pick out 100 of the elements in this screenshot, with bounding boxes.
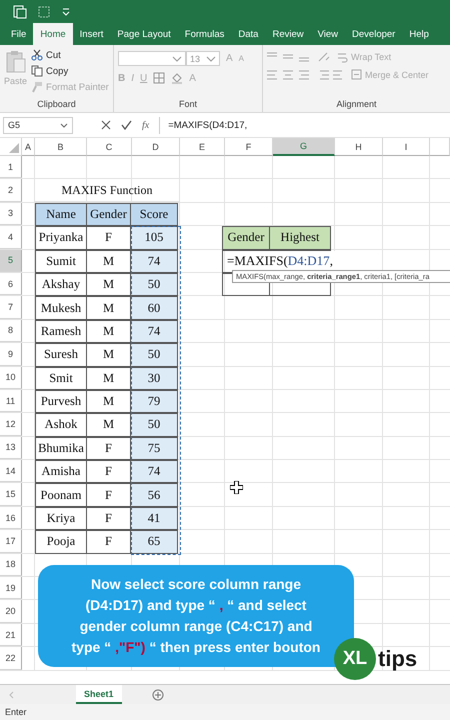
triangle-icon <box>9 143 19 153</box>
row-header[interactable]: 13 <box>0 436 22 460</box>
group-label: Alignment <box>335 99 378 111</box>
table-cell: 75 <box>130 436 178 460</box>
insert-function-button[interactable]: fx <box>142 120 150 130</box>
row-header[interactable]: 8 <box>0 320 22 342</box>
table-header-cell: Gender <box>86 202 131 226</box>
table-cell: Purvesh <box>35 390 87 414</box>
table-header-cell: Name <box>35 202 87 226</box>
dropdown-icon[interactable] <box>61 6 71 16</box>
cell-editor[interactable]: =MAXIFS(D4:D17, <box>226 251 337 271</box>
wrap-icon <box>337 52 348 62</box>
table-cell: Suresh <box>35 343 87 367</box>
table-cell: 65 <box>130 530 178 554</box>
ribbon-tab[interactable]: Insert <box>72 23 110 45</box>
row-header[interactable]: 1 <box>0 156 22 178</box>
caret-icon <box>172 56 182 62</box>
table-cell: Ramesh <box>35 320 87 344</box>
table-cell: Amisha <box>35 460 87 484</box>
add-sheet-icon[interactable] <box>152 688 164 700</box>
name-box[interactable]: G5 <box>3 116 73 134</box>
sheet-title: MAXIFS Function <box>35 179 180 202</box>
formula-field[interactable]: =MAXIFS(D4:D17, <box>159 116 447 134</box>
row-header[interactable]: 21 <box>0 624 22 646</box>
table-header-cell: Gender <box>222 226 270 250</box>
table-cell: 74 <box>130 460 178 484</box>
row-header[interactable]: 12 <box>0 413 22 436</box>
ribbon-tab[interactable]: Formulas <box>178 23 232 45</box>
row-header[interactable]: 22 <box>0 647 22 670</box>
table-cell: Ashok <box>35 413 87 437</box>
table-cell: Bhumika <box>35 436 87 460</box>
row-header[interactable]: 19 <box>0 577 22 600</box>
table-header-cell: Highest <box>269 226 331 250</box>
ribbon-tab[interactable]: Page Layout <box>110 23 178 45</box>
table-cell: 30 <box>130 366 178 390</box>
row-header[interactable]: 16 <box>0 506 22 530</box>
clipboard-icon <box>4 50 26 74</box>
group-label: Font <box>178 99 198 111</box>
row-header[interactable]: 7 <box>0 296 22 319</box>
column-header[interactable]: G <box>273 138 335 156</box>
row-header[interactable]: 9 <box>0 343 22 366</box>
row-header[interactable]: 20 <box>0 600 22 623</box>
row-header[interactable]: 6 <box>0 272 22 296</box>
ribbon-button[interactable]: Copy <box>31 64 109 78</box>
group-label: Clipboard <box>36 99 77 111</box>
table-cell: Smit <box>35 366 87 390</box>
row-header[interactable]: 4 <box>0 226 22 249</box>
row-header[interactable]: 14 <box>0 460 22 482</box>
merge-icon <box>351 69 362 80</box>
table-cell: 74 <box>130 320 178 344</box>
caret-icon <box>60 122 68 128</box>
brush-icon <box>31 81 44 93</box>
table-cell: 50 <box>130 272 178 296</box>
logo-text: tips <box>378 647 418 671</box>
table-cell: Mukesh <box>35 296 87 320</box>
ribbon-tab[interactable]: Home <box>33 23 73 45</box>
indent-icon[interactable] <box>317 70 345 80</box>
ribbon-button[interactable]: Cut <box>31 48 109 62</box>
cursor-icon <box>230 481 243 494</box>
row-header[interactable]: 15 <box>0 483 22 506</box>
row-header[interactable]: 3 <box>0 202 22 226</box>
check-icon[interactable] <box>121 120 132 130</box>
row-header[interactable]: 18 <box>0 554 22 576</box>
ribbon-tab[interactable]: Data <box>231 23 266 45</box>
ribbon-tab[interactable]: File <box>4 23 34 45</box>
table-cell: 79 <box>130 390 178 414</box>
align-icon[interactable] <box>267 70 311 80</box>
table-cell: Akshay <box>35 272 87 296</box>
orientation-icon[interactable] <box>317 51 331 63</box>
ribbon-tab[interactable]: Review <box>265 23 311 45</box>
table-cell: Priyanka <box>35 226 87 250</box>
table-cell: 74 <box>130 250 178 273</box>
scroll-left-icon[interactable] <box>8 690 14 698</box>
copy-icon <box>31 65 44 77</box>
row-header[interactable]: 10 <box>0 366 22 389</box>
align-icon[interactable] <box>267 52 311 62</box>
table-cell: 50 <box>130 343 178 367</box>
ribbon-tab[interactable]: Help <box>402 23 436 45</box>
table-cell: Poonam <box>35 483 87 507</box>
ribbon-tab[interactable]: View <box>310 23 346 45</box>
row-header[interactable]: 17 <box>0 530 22 553</box>
scissors-icon <box>31 49 44 61</box>
row-header[interactable]: 2 <box>0 179 22 202</box>
table-cell: Sumit <box>35 250 87 273</box>
table-cell: Kriya <box>35 506 87 530</box>
ribbon-tab[interactable]: Developer <box>345 23 402 45</box>
caret-icon <box>206 56 216 62</box>
table-cell: 60 <box>130 296 178 320</box>
font-name-field[interactable] <box>118 51 186 66</box>
table-cell: 56 <box>130 483 178 507</box>
table-cell: 105 <box>130 226 178 250</box>
row-header[interactable]: 5 <box>0 250 22 272</box>
fill-color-icon[interactable] <box>171 72 184 84</box>
table-cell: 50 <box>130 413 178 437</box>
sheet-tab[interactable]: Sheet1 <box>76 685 122 704</box>
table-cell: 41 <box>130 506 178 530</box>
status-text: Enter <box>5 707 27 717</box>
row-header[interactable]: 11 <box>0 390 22 412</box>
cancel-icon[interactable] <box>101 120 111 130</box>
borders-icon[interactable] <box>153 72 166 84</box>
